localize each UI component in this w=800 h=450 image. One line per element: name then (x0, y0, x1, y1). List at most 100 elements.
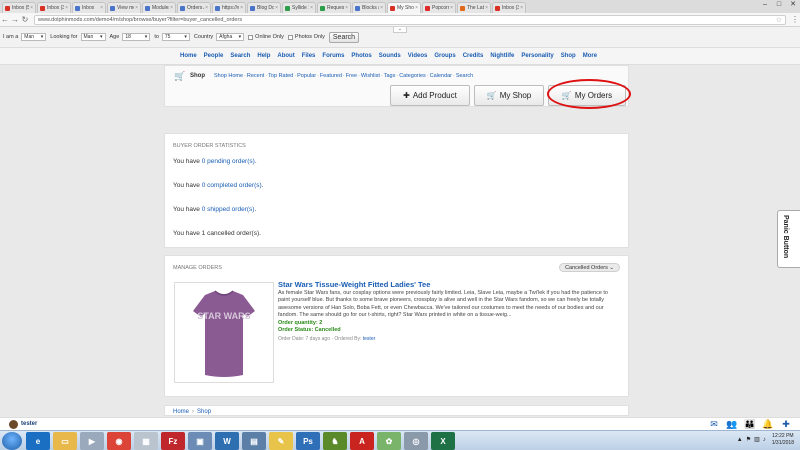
reload-icon[interactable]: ↻ (20, 15, 30, 24)
tab-close-icon[interactable]: × (275, 5, 278, 11)
browser-tab[interactable]: Blog Dolla× (247, 2, 281, 13)
nav-item-more[interactable]: More (583, 53, 597, 59)
nav-item-groups[interactable]: Groups (434, 53, 455, 59)
nav-item-help[interactable]: Help (257, 53, 270, 59)
forward-icon[interactable]: → (10, 15, 20, 24)
browser-tab[interactable]: Orders Ad× (177, 2, 211, 13)
tab-close-icon[interactable]: × (135, 5, 138, 11)
tab-close-icon[interactable]: × (170, 5, 173, 11)
tab-close-icon[interactable]: × (310, 5, 313, 11)
tab-close-icon[interactable]: × (100, 5, 103, 11)
start-button[interactable] (2, 432, 22, 450)
search-button[interactable]: Search (328, 31, 360, 43)
excel-icon[interactable]: X (431, 432, 455, 450)
add-icon[interactable]: ✚ (777, 419, 795, 430)
shop-link-categories[interactable]: Categories (399, 73, 426, 79)
filezilla-icon[interactable]: Fz (161, 432, 185, 450)
browser-tab[interactable]: Syllide 10× (282, 2, 316, 13)
bookmark-star-icon[interactable]: ☆ (776, 16, 782, 24)
game-icon[interactable]: ♞ (323, 432, 347, 450)
shop-link-recent[interactable]: Recent (247, 73, 264, 79)
shop-link-calendar[interactable]: Calendar (430, 73, 452, 79)
pending-orders-link[interactable]: 0 pending order(s) (202, 158, 255, 165)
order-filter-dropdown[interactable]: Cancelled Orders ⌄ (559, 263, 620, 272)
clock[interactable]: 12:22 PM 1/31/2018 (772, 433, 794, 446)
shop-link-tags[interactable]: Tags (384, 73, 396, 79)
word-icon[interactable]: W (215, 432, 239, 450)
network-tray-icon[interactable]: ▥ (754, 436, 760, 443)
tab-close-icon[interactable]: × (520, 5, 523, 11)
mail-icon[interactable]: ✉ (705, 419, 723, 430)
file-explorer-icon[interactable]: ▭ (53, 432, 77, 450)
tray-arrow-icon[interactable]: ▲ (737, 437, 743, 443)
nav-item-forums[interactable]: Forums (322, 53, 344, 59)
nav-item-people[interactable]: People (204, 53, 224, 59)
browser-menu-icon[interactable]: ⋮ (790, 15, 800, 24)
avatar[interactable] (9, 419, 18, 429)
pdf-reader-icon[interactable]: A (350, 432, 374, 450)
browser-tab[interactable]: The Lates× (457, 2, 491, 13)
close-icon[interactable]: ✕ (786, 0, 800, 9)
back-icon[interactable]: ← (0, 15, 10, 24)
group-icon[interactable]: 👪 (741, 419, 759, 430)
browser-tab[interactable]: https://w × (212, 2, 246, 13)
browser-tab[interactable]: Request :× (317, 2, 351, 13)
tab-close-icon[interactable]: × (240, 5, 243, 11)
network-icon[interactable]: ▣ (188, 432, 212, 450)
media-player-icon[interactable]: ▶ (80, 432, 104, 450)
browser-tab[interactable]: My Shop× (387, 2, 421, 13)
nav-item-personality[interactable]: Personality (521, 53, 553, 59)
url-input[interactable]: www.dolphinmods.com/demo4/m/shop/browse/… (34, 14, 786, 25)
notes-icon[interactable]: ✎ (269, 432, 293, 450)
tab-close-icon[interactable]: × (380, 5, 383, 11)
panic-button[interactable]: Panic Button (777, 210, 800, 268)
browser-tab[interactable]: View mess× (107, 2, 141, 13)
shop-link-featured[interactable]: Featured (320, 73, 342, 79)
i-am-select[interactable]: Man ▾ (21, 33, 47, 41)
nav-item-credits[interactable]: Credits (463, 53, 484, 59)
browser-tab[interactable]: Inbox (35)× (492, 2, 526, 13)
product-image[interactable]: STAR WARS (174, 282, 274, 383)
paint-icon[interactable]: ✿ (377, 432, 401, 450)
username[interactable]: tester (21, 421, 37, 427)
looking-for-select[interactable]: Man ▾ (80, 33, 106, 41)
age-from-select[interactable]: 18 ▾ (122, 33, 151, 41)
nav-item-nightlife[interactable]: Nightlife (490, 53, 514, 59)
collapse-toggle-icon[interactable]: ⌄ (393, 27, 407, 33)
browser-tab[interactable]: Popcorn × (422, 2, 456, 13)
browser-tab[interactable]: Blocks at× (352, 2, 386, 13)
calculator-icon[interactable]: ▦ (134, 432, 158, 450)
internet-explorer-icon[interactable]: e (26, 432, 50, 450)
shop-link-top-rated[interactable]: Top Rated (268, 73, 293, 79)
nav-item-shop[interactable]: Shop (561, 53, 576, 59)
tab-close-icon[interactable]: × (345, 5, 348, 11)
online-only-checkbox[interactable]: Online Only (248, 34, 284, 40)
completed-orders-link[interactable]: 0 completed order(s) (202, 182, 262, 189)
nav-item-videos[interactable]: Videos (408, 53, 428, 59)
photoshop-icon[interactable]: Ps (296, 432, 320, 450)
breadcrumb-shop[interactable]: Shop (197, 409, 211, 415)
disc-icon[interactable]: ◎ (404, 432, 428, 450)
shop-link-popular[interactable]: Popular (297, 73, 316, 79)
photos-only-checkbox[interactable]: Photos Only (287, 34, 325, 40)
my-shop-button[interactable]: 🛒 My Shop (474, 85, 544, 106)
product-title-link[interactable]: Star Wars Tissue-Weight Fitted Ladies' T… (278, 280, 430, 289)
shop-link-search[interactable]: Search (456, 73, 473, 79)
nav-item-sounds[interactable]: Sounds (379, 53, 401, 59)
tab-close-icon[interactable]: × (415, 5, 418, 11)
shop-link-wishlist[interactable]: Wishlist (361, 73, 380, 79)
people-icon[interactable]: 👥 (723, 419, 741, 430)
browser-tab[interactable]: Inbox × (72, 2, 106, 13)
nav-item-home[interactable]: Home (180, 53, 197, 59)
browser-tab[interactable]: Inbox (36)× (37, 2, 71, 13)
flag-icon[interactable]: ⚑ (746, 436, 751, 443)
tab-close-icon[interactable]: × (30, 5, 33, 11)
chrome-icon[interactable]: ◉ (107, 432, 131, 450)
nav-item-search[interactable]: Search (230, 53, 250, 59)
nav-item-photos[interactable]: Photos (351, 53, 371, 59)
volume-icon[interactable]: ♪ (763, 437, 766, 443)
shipped-orders-link[interactable]: 0 shipped order(s) (202, 206, 255, 213)
nav-item-files[interactable]: Files (302, 53, 316, 59)
maximize-icon[interactable]: □ (772, 0, 786, 9)
tab-close-icon[interactable]: × (205, 5, 208, 11)
